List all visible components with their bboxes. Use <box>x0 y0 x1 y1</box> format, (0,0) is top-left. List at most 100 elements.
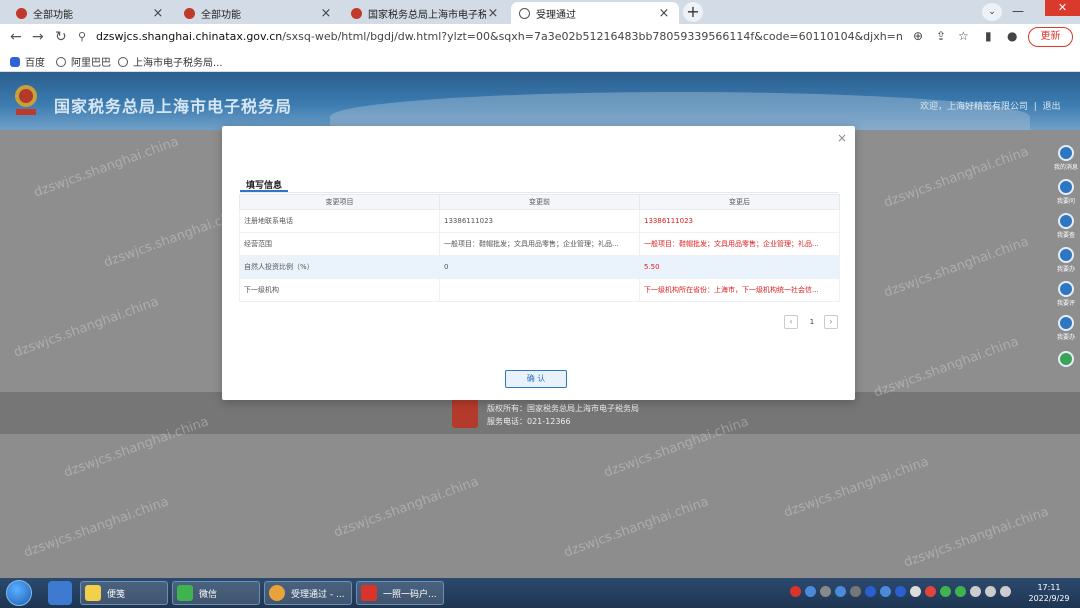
next-page-button[interactable]: › <box>824 315 838 329</box>
site-title: 国家税务总局上海市电子税务局 <box>54 97 293 116</box>
sidebar-item-assistant[interactable] <box>1052 351 1080 367</box>
tab-search-button[interactable]: ⌄ <box>982 3 1002 21</box>
globe-icon <box>56 56 66 67</box>
tray-icon[interactable] <box>850 586 861 597</box>
welcome-text: 欢迎，上海好精密有限公司 <box>920 102 1029 112</box>
sidebar-item-ask[interactable]: 我要问 <box>1052 179 1080 205</box>
question-icon <box>1058 179 1074 195</box>
tab-title: 全部功能 <box>201 9 241 21</box>
sidebar-label: 我要问 <box>1056 198 1075 205</box>
sidebar-item-handle[interactable]: 我要办 <box>1052 247 1080 273</box>
forward-icon[interactable]: → <box>32 29 44 45</box>
tray-icon[interactable] <box>955 586 966 597</box>
taskbar-label: 受理通过 - ... <box>291 589 345 600</box>
browser-tab[interactable]: 国家税务总局上海市电子税务局 × <box>343 2 508 24</box>
pinned-app-icon[interactable] <box>48 581 72 605</box>
tax-emblem-icon <box>15 85 37 115</box>
tray-icon[interactable] <box>820 586 831 597</box>
close-icon[interactable]: × <box>837 131 847 145</box>
sidebar-item-do[interactable]: 我要办 <box>1052 315 1080 341</box>
zoom-icon[interactable]: ⊕ <box>913 29 923 43</box>
column-header: 变更后 <box>639 194 840 210</box>
bookmark-star-icon[interactable]: ☆ <box>958 29 969 43</box>
separator: | <box>1030 102 1043 112</box>
table-row: 下一级机构 下一级机构所在省份：上海市，下一级机构统一社会信... <box>239 278 840 302</box>
taskbar-label: 一照一码户... <box>383 589 437 600</box>
taskbar-clock[interactable]: 17:11 2022/9/29 <box>1024 582 1074 604</box>
site-header: 国家税务总局上海市电子税务局 欢迎，上海好精密有限公司 | 退出 <box>0 72 1080 130</box>
close-icon[interactable]: × <box>657 6 671 21</box>
sidebar-label: 我要评 <box>1056 300 1075 307</box>
windows-taskbar: 便笺 微信 受理通过 - ... 一照一码户... 17:11 2022/9/2… <box>0 578 1080 608</box>
change-info-dialog: × 填写信息 变更项目 变更前 变更后 注册地联系电话 13386111023 … <box>222 126 855 400</box>
browser-tab[interactable]: 全部功能 × <box>8 2 173 24</box>
value-after: 下一级机构所在省份：上海市，下一级机构统一社会信... <box>639 278 840 302</box>
globe-icon <box>118 56 128 67</box>
tab-title: 受理通过 <box>536 9 576 21</box>
tray-icon[interactable] <box>910 586 921 597</box>
bookmark-label: 上海市电子税务局... <box>133 58 223 69</box>
value-before: 13386111023 <box>439 209 640 233</box>
bookmark-alibaba[interactable]: 阿里巴巴 <box>56 54 111 69</box>
tray-icon[interactable] <box>1000 586 1011 597</box>
update-button[interactable]: 更新 <box>1028 27 1073 47</box>
wechat-icon[interactable] <box>940 586 951 597</box>
bluetooth-icon[interactable] <box>865 586 876 597</box>
taskbar-label: 微信 <box>199 589 218 600</box>
url-path: /sxsq-web/html/bgdj/dw.html?ylzt=00&sqxh… <box>282 30 902 43</box>
wechat-icon <box>177 585 193 601</box>
column-header: 变更项目 <box>239 194 440 210</box>
tax-emblem-icon <box>351 7 362 19</box>
site-info-icon[interactable]: ⚲ <box>78 30 86 43</box>
tray-icon[interactable] <box>880 586 891 597</box>
back-icon[interactable]: ← <box>10 29 22 45</box>
tray-icon[interactable] <box>790 586 801 597</box>
taskbar-item[interactable]: 受理通过 - ... <box>264 581 352 605</box>
current-page[interactable]: 1 <box>805 315 819 329</box>
bookmark-tax-bureau[interactable]: 上海市电子税务局... <box>118 54 223 69</box>
table-row: 经营范围 一般项目：鞋帽批发；文具用品零售；企业管理；礼品... 一般项目：鞋帽… <box>239 232 840 256</box>
volume-icon[interactable] <box>985 586 996 597</box>
change-item: 下一级机构 <box>239 278 440 302</box>
close-icon[interactable]: × <box>151 6 165 21</box>
share-icon[interactable]: ⇪ <box>936 29 946 43</box>
sidebar-item-rate[interactable]: 我要评 <box>1052 281 1080 307</box>
bookmark-label: 百度 <box>25 58 45 69</box>
close-icon[interactable]: × <box>486 6 500 21</box>
table-row-highlighted: 自然人投资比例（%） 0 5.50 <box>239 255 840 279</box>
change-items-table: 变更项目 变更前 变更后 注册地联系电话 13386111023 1338611… <box>239 194 840 302</box>
network-icon[interactable] <box>970 586 981 597</box>
new-tab-button[interactable]: + <box>683 2 703 22</box>
profile-icon[interactable]: ● <box>1007 29 1017 43</box>
taskbar-item[interactable]: 微信 <box>172 581 260 605</box>
confirm-button[interactable]: 确 认 <box>505 370 567 388</box>
sidebar-item-messages[interactable]: 我的消息 <box>1052 145 1080 171</box>
logout-link[interactable]: 退出 <box>1043 102 1061 112</box>
message-icon <box>1058 145 1074 161</box>
tray-icon[interactable] <box>835 586 846 597</box>
globe-icon <box>519 7 530 19</box>
taskbar-item[interactable]: 便笺 <box>80 581 168 605</box>
tray-icon[interactable] <box>925 586 936 597</box>
browser-tab[interactable]: 全部功能 × <box>176 2 341 24</box>
sidebar-toggle-icon[interactable]: ▮ <box>985 29 992 43</box>
bookmark-baidu[interactable]: 百度 <box>10 54 45 69</box>
minimize-icon[interactable]: — <box>1012 4 1024 18</box>
browser-tab-active[interactable]: 受理通过 × <box>511 2 679 24</box>
column-header: 变更前 <box>439 194 640 210</box>
taskbar-item[interactable]: 一照一码户... <box>356 581 444 605</box>
prev-page-button[interactable]: ‹ <box>784 315 798 329</box>
robot-icon <box>1058 351 1074 367</box>
value-after: 一般项目：鞋帽批发；文具用品零售；企业管理；礼品... <box>639 232 840 256</box>
tray-icon[interactable] <box>895 586 906 597</box>
wps-icon <box>361 585 377 601</box>
tray-icon[interactable] <box>805 586 816 597</box>
close-icon[interactable]: × <box>319 6 333 21</box>
footer-phone: 服务电话：021-12366 <box>487 417 571 426</box>
start-button[interactable] <box>6 580 32 606</box>
reload-icon[interactable]: ↻ <box>55 29 67 45</box>
taskbar-label: 便笺 <box>107 589 126 600</box>
url-field[interactable]: dzswjcs.shanghai.chinatax.gov.cn/sxsq-we… <box>96 28 902 46</box>
window-close-button[interactable]: ✕ <box>1045 0 1080 16</box>
sidebar-item-query[interactable]: 我要查 <box>1052 213 1080 239</box>
